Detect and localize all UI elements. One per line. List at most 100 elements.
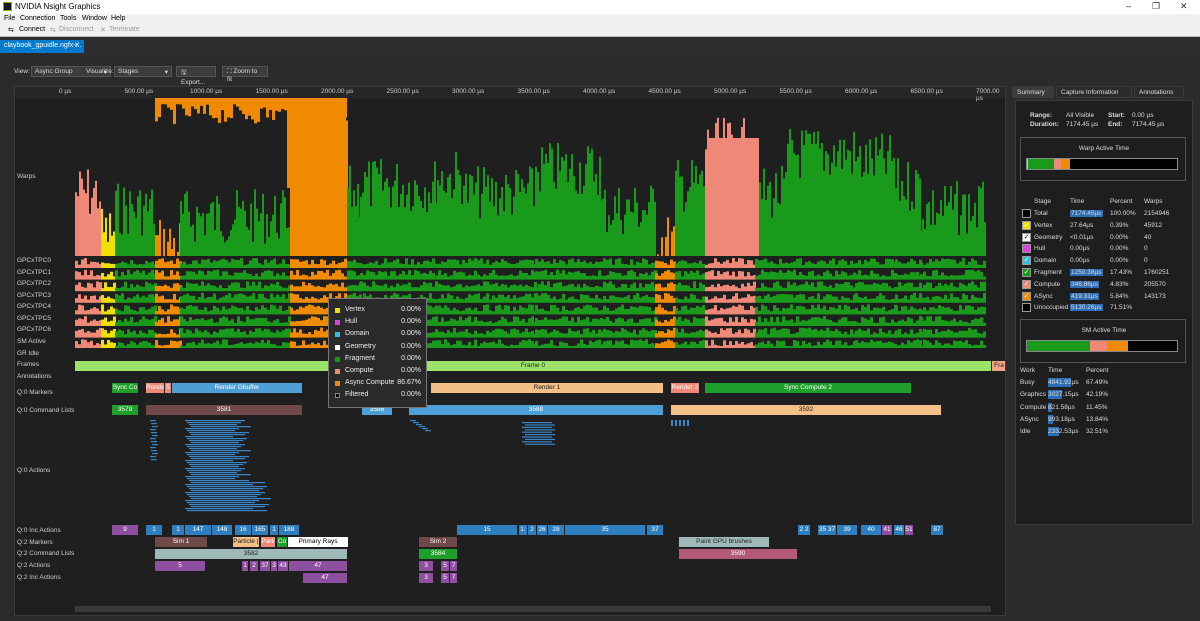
cmdlist-3581[interactable]: 3581 <box>146 405 302 415</box>
q2-action-7[interactable]: 7 <box>450 561 457 571</box>
stage-checkbox[interactable] <box>1022 303 1031 313</box>
cmdlist-3579[interactable]: 3579 <box>112 405 138 415</box>
inc-action-41[interactable]: 41 <box>882 525 892 535</box>
inc-action-9[interactable]: 9 <box>112 525 138 535</box>
inc-action-35[interactable]: 35 <box>565 525 645 535</box>
close-tab-icon[interactable]: ✕ <box>74 41 80 49</box>
marker-render-1[interactable]: Render 1 <box>431 383 663 393</box>
q2-action-5[interactable]: 5 <box>155 561 205 571</box>
marker-sim-2[interactable]: Sim 2 <box>419 537 457 547</box>
q2-inc-action-47[interactable]: 47 <box>303 573 347 583</box>
time-ruler[interactable]: 0 µs 500.00 µs 1000.00 µs 1500.00 µs 2000.00… <box>15 87 1005 102</box>
tab-summary[interactable]: Summary <box>1012 86 1054 98</box>
q2-action-2[interactable]: 2 <box>250 561 258 571</box>
q2-action-5b[interactable]: 5 <box>441 561 449 571</box>
q2-inc-action-5[interactable]: 5 <box>441 573 449 583</box>
stage-checkbox[interactable]: ✓ <box>1022 232 1031 242</box>
frame-bar[interactable]: Frame 0 <box>75 361 991 371</box>
q2-action-3b[interactable]: 3 <box>419 561 433 571</box>
menu-file[interactable]: File <box>4 15 15 22</box>
marker-paint-gpu-brushes[interactable]: Paint GPU brushes <box>679 537 769 547</box>
export-button[interactable]: 🖫 Export... <box>176 66 216 86</box>
marker-particle[interactable]: Particle ( <box>233 537 259 547</box>
visualize-select[interactable]: Stages ▾ <box>114 66 172 77</box>
maximize-icon[interactable]: ❐ <box>1152 1 1160 12</box>
frame-bar-next[interactable]: Fra <box>992 361 1005 371</box>
stage-row[interactable]: Total 7174.45µs 100.00% 2154946 <box>1020 208 1176 219</box>
marker-co[interactable]: Co <box>277 537 287 547</box>
inc-action-16[interactable]: 16 <box>235 525 251 535</box>
q2-action-37[interactable]: 37 <box>260 561 270 571</box>
stage-checkbox[interactable]: ✓ <box>1022 279 1031 289</box>
stage-row[interactable]: Unoccupied 5130.26µs 71.51% <box>1020 302 1176 313</box>
marker-render-gbuffer[interactable]: Render Gbuffer <box>172 383 302 393</box>
inc-action-51[interactable]: 51 <box>905 525 913 535</box>
stage-checkbox[interactable]: ✓ <box>1022 268 1031 277</box>
inc-action-37[interactable]: 37 <box>647 525 663 535</box>
q2-action-3[interactable]: 3 <box>271 561 277 571</box>
terminate-button[interactable]: Terminate <box>109 26 140 33</box>
inc-action-2[interactable]: 2 <box>528 525 536 535</box>
minimize-icon[interactable]: – <box>1126 1 1131 11</box>
warps-graph[interactable] <box>15 98 1006 348</box>
inc-action-1x[interactable]: 1: <box>519 525 527 535</box>
stage-checkbox[interactable]: ✓ <box>1022 220 1031 230</box>
inc-action-15[interactable]: 15 <box>457 525 517 535</box>
inc-action-165[interactable]: 165 <box>252 525 268 535</box>
inc-action-87[interactable]: 87 <box>931 525 943 535</box>
close-icon[interactable]: ✕ <box>1180 1 1188 12</box>
q2-cmdlist-3584[interactable]: 3584 <box>419 549 457 559</box>
stage-row[interactable]: ✓ Compute 346.86µs 4.83% 205570 <box>1020 279 1176 290</box>
inc-action-1[interactable]: 1 <box>146 525 162 535</box>
q2-inc-action-3[interactable]: 3 <box>419 573 433 583</box>
stage-row[interactable]: ✓ Vertex 27.64µs 0.39% 45912 <box>1020 220 1176 231</box>
inc-action-40[interactable]: 40 <box>861 525 881 535</box>
stage-row[interactable]: ✓ Fragment 1250.38µs 17.43% 1760251 <box>1020 267 1176 278</box>
menu-tools[interactable]: Tools <box>60 15 76 22</box>
zoom-to-fit-button[interactable]: ⛶ Zoom to fit <box>222 66 268 83</box>
q2-inc-action-7[interactable]: 7 <box>450 573 457 583</box>
marker-sim-1[interactable]: Sim 1 <box>155 537 207 547</box>
timeline-view[interactable]: 0 µs 500.00 µs 1000.00 µs 1500.00 µs 2000.00… <box>14 86 1006 616</box>
document-tab[interactable]: claybook_gpuidle.ngfx-... ✕ <box>0 40 84 53</box>
q2-action-1[interactable]: 1 <box>242 561 248 571</box>
q2-action-43[interactable]: 43 <box>278 561 288 571</box>
marker-render-5[interactable]: 5 <box>165 383 171 393</box>
stage-row[interactable]: ✓ Domain 0.00µs 0.00% 0 <box>1020 255 1176 266</box>
q0-actions-graph[interactable] <box>15 417 1006 522</box>
cmdlist-3592[interactable]: 3592 <box>671 405 941 415</box>
tab-capture-information[interactable]: Capture Information <box>1056 86 1132 98</box>
inc-action-46[interactable]: 46 <box>894 525 904 535</box>
marker-primary-rays[interactable]: Primary Rays <box>288 537 348 547</box>
stage-row[interactable]: ✓ Geometry <0.01µs 0.00% 40 <box>1020 232 1176 243</box>
menu-window[interactable]: Window <box>82 15 107 22</box>
q2-cmdlist-3590[interactable]: 3590 <box>679 549 797 559</box>
disconnect-button[interactable]: Disconnect <box>59 26 94 33</box>
stage-checkbox[interactable] <box>1022 209 1031 218</box>
inc-action-148[interactable]: 148 <box>212 525 232 535</box>
menu-help[interactable]: Help <box>111 15 125 22</box>
inc-action-26[interactable]: 26 <box>537 525 547 535</box>
inc-action-1b[interactable]: 1 <box>172 525 184 535</box>
inc-action-147[interactable]: 147 <box>185 525 211 535</box>
inc-action-188[interactable]: 188 <box>279 525 299 535</box>
stage-checkbox[interactable]: ✓ <box>1022 291 1031 301</box>
cmdlist-3588[interactable]: 3588 <box>409 405 663 415</box>
menu-connection[interactable]: Connection <box>20 15 55 22</box>
marker-sync-compute[interactable]: Sync Co <box>112 383 138 393</box>
connect-button[interactable]: Connect <box>19 26 45 33</box>
stage-row[interactable]: ✓ ASync 419.31µs 5.84% 143173 <box>1020 291 1176 302</box>
marker-render[interactable]: Rende <box>146 383 164 393</box>
inc-action-2-2[interactable]: 2 2 <box>798 525 810 535</box>
q2-cmdlist-3582[interactable]: 3582 <box>155 549 347 559</box>
marker-parti[interactable]: Parti <box>261 537 275 547</box>
inc-action-39[interactable]: 39 <box>837 525 857 535</box>
marker-render-2[interactable]: Render 2 <box>671 383 699 393</box>
inc-action-1c[interactable]: 1 <box>270 525 278 535</box>
inc-action-35-37[interactable]: 35 37 <box>818 525 836 535</box>
stage-checkbox[interactable]: ✓ <box>1022 256 1031 266</box>
inc-action-28[interactable]: 28 <box>548 525 564 535</box>
marker-sync-compute-2[interactable]: Sync Compute 2 <box>705 383 911 393</box>
stage-row[interactable]: Hull 0.00µs 0.00% 0 <box>1020 243 1176 254</box>
stage-checkbox[interactable] <box>1022 244 1031 254</box>
